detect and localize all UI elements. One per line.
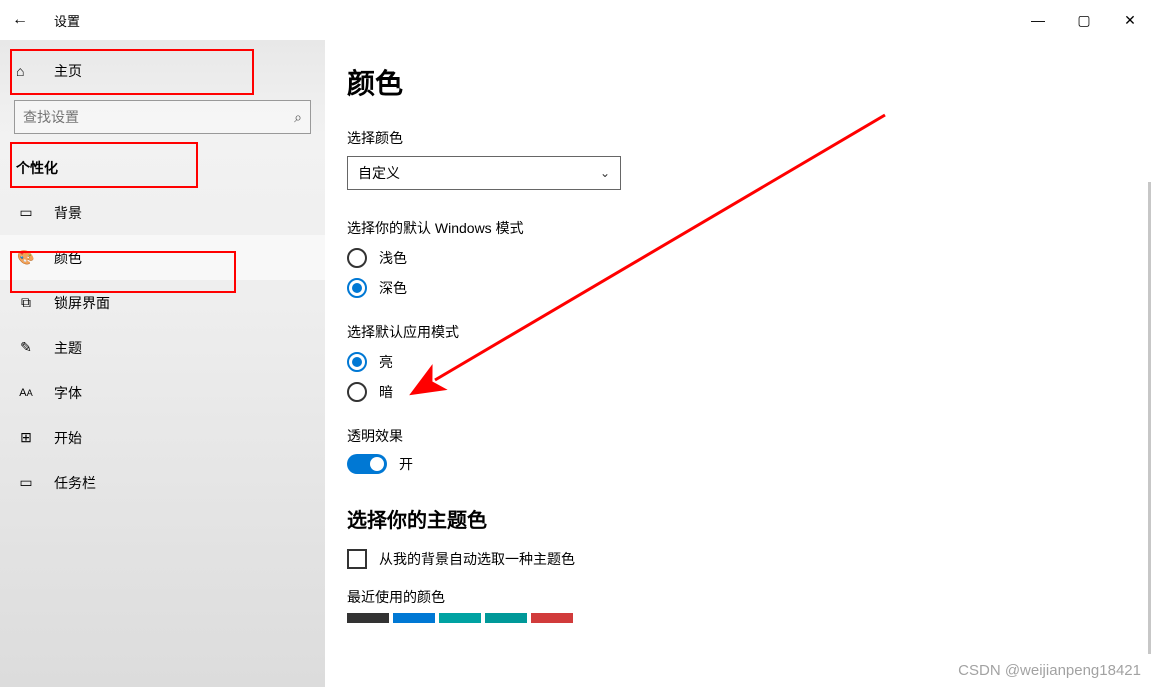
toggle-value: 开 [399,454,413,474]
radio-icon [347,248,367,268]
back-button[interactable]: ← [0,0,40,40]
transparency-label: 透明效果 [347,426,1153,446]
radio-icon [347,278,367,298]
lockscreen-icon: ⧉ [16,294,36,311]
picture-icon: ▭ [16,204,36,221]
close-button[interactable]: ✕ [1107,0,1153,40]
radio-icon [347,382,367,402]
page-title: 颜色 [347,62,1153,102]
sidebar-item-start[interactable]: ⊞ 开始 [0,415,325,460]
home-label: 主页 [54,61,82,81]
font-icon: AA [16,387,36,399]
maximize-icon: ▢ [1077,12,1090,29]
home-icon: ⌂ [16,63,36,79]
search-box[interactable]: ⌕ [14,100,311,134]
choose-color-dropdown[interactable]: 自定义 ⌄ [347,156,621,190]
color-swatch[interactable] [531,613,573,623]
theme-icon: ✎ [16,339,36,356]
radio-label: 亮 [379,352,393,372]
scrollbar[interactable] [1148,182,1151,654]
color-swatch[interactable] [393,613,435,623]
sidebar-item-themes[interactable]: ✎ 主题 [0,325,325,370]
windows-mode-dark[interactable]: 深色 [347,278,1153,298]
windows-mode-label: 选择你的默认 Windows 模式 [347,218,1153,238]
sidebar-item-label: 主题 [54,338,82,358]
sidebar-item-label: 锁屏界面 [54,293,110,313]
dropdown-value: 自定义 [358,163,400,183]
content-area: 颜色 选择颜色 自定义 ⌄ 选择你的默认 Windows 模式 浅色 深色 选择… [325,40,1153,687]
radio-label: 深色 [379,278,407,298]
windows-mode-light[interactable]: 浅色 [347,248,1153,268]
search-icon: ⌕ [294,109,302,126]
sidebar-item-colors[interactable]: 🎨 颜色 [0,235,325,280]
radio-label: 浅色 [379,248,407,268]
watermark: CSDN @weijianpeng18421 [958,662,1141,679]
search-input[interactable] [23,109,294,125]
transparency-toggle[interactable] [347,454,387,474]
sidebar-item-lockscreen[interactable]: ⧉ 锁屏界面 [0,280,325,325]
radio-label: 暗 [379,382,393,402]
close-icon: ✕ [1124,12,1136,29]
taskbar-icon: ▭ [16,474,36,491]
sidebar-item-label: 任务栏 [54,473,96,493]
color-swatch[interactable] [439,613,481,623]
title-bar: ← 设置 — ▢ ✕ [0,0,1153,40]
window-controls: — ▢ ✕ [1015,0,1153,40]
chevron-down-icon: ⌄ [600,166,610,180]
back-arrow-icon: ← [12,11,28,29]
sidebar-item-label: 颜色 [54,248,82,268]
recent-colors [347,613,1153,623]
palette-icon: 🎨 [16,249,36,266]
minimize-button[interactable]: — [1015,0,1061,40]
checkbox-label: 从我的背景自动选取一种主题色 [379,549,575,569]
sidebar-item-fonts[interactable]: AA 字体 [0,370,325,415]
radio-icon [347,352,367,372]
checkbox-icon [347,549,367,569]
category-heading: 个性化 [0,144,325,190]
app-mode-label: 选择默认应用模式 [347,322,1153,342]
choose-color-label: 选择颜色 [347,128,1153,148]
sidebar: ⌂ 主页 ⌕ 个性化 ▭ 背景 🎨 颜色 ⧉ 锁屏界面 ✎ 主题 AA 字体 [0,40,325,687]
auto-accent-checkbox-row[interactable]: 从我的背景自动选取一种主题色 [347,549,1153,569]
home-link[interactable]: ⌂ 主页 [0,50,325,92]
start-icon: ⊞ [16,429,36,446]
sidebar-item-label: 字体 [54,383,82,403]
accent-heading: 选择你的主题色 [347,504,1153,533]
app-title: 设置 [54,11,80,30]
maximize-button[interactable]: ▢ [1061,0,1107,40]
recent-colors-label: 最近使用的颜色 [347,587,1153,607]
minimize-icon: — [1031,12,1045,28]
app-mode-light[interactable]: 亮 [347,352,1153,372]
color-swatch[interactable] [485,613,527,623]
sidebar-item-taskbar[interactable]: ▭ 任务栏 [0,460,325,505]
app-mode-dark[interactable]: 暗 [347,382,1153,402]
sidebar-item-label: 背景 [54,203,82,223]
sidebar-item-label: 开始 [54,428,82,448]
sidebar-item-background[interactable]: ▭ 背景 [0,190,325,235]
color-swatch[interactable] [347,613,389,623]
